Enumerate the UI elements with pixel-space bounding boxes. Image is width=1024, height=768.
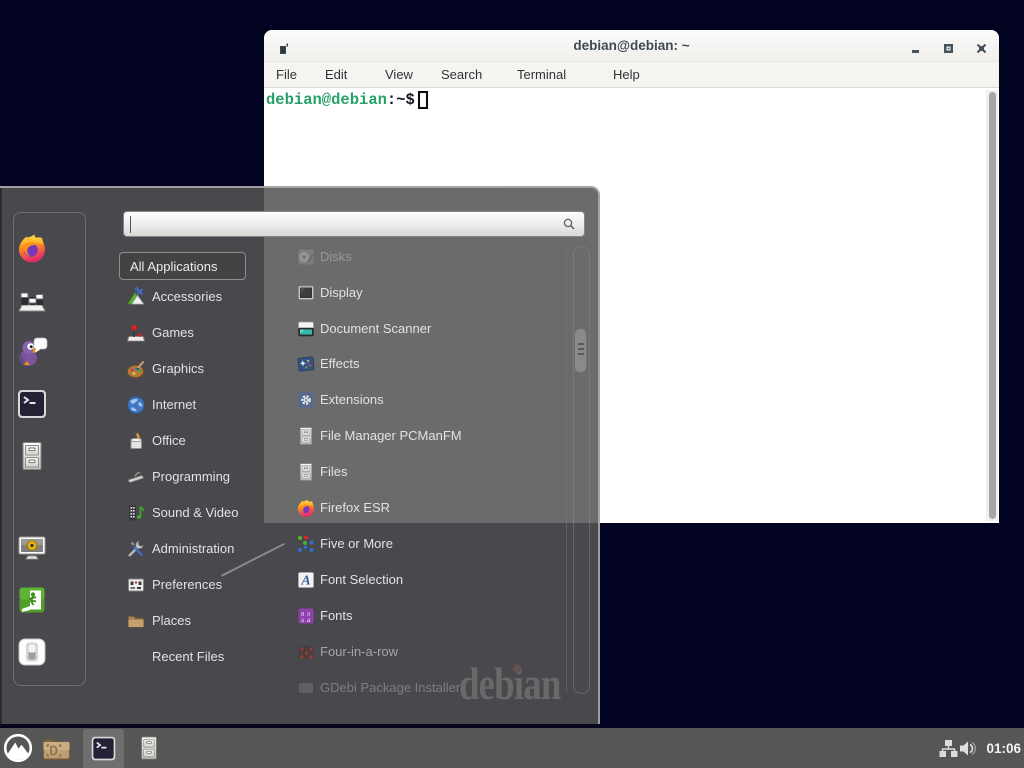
svg-text:A: A (300, 574, 310, 589)
